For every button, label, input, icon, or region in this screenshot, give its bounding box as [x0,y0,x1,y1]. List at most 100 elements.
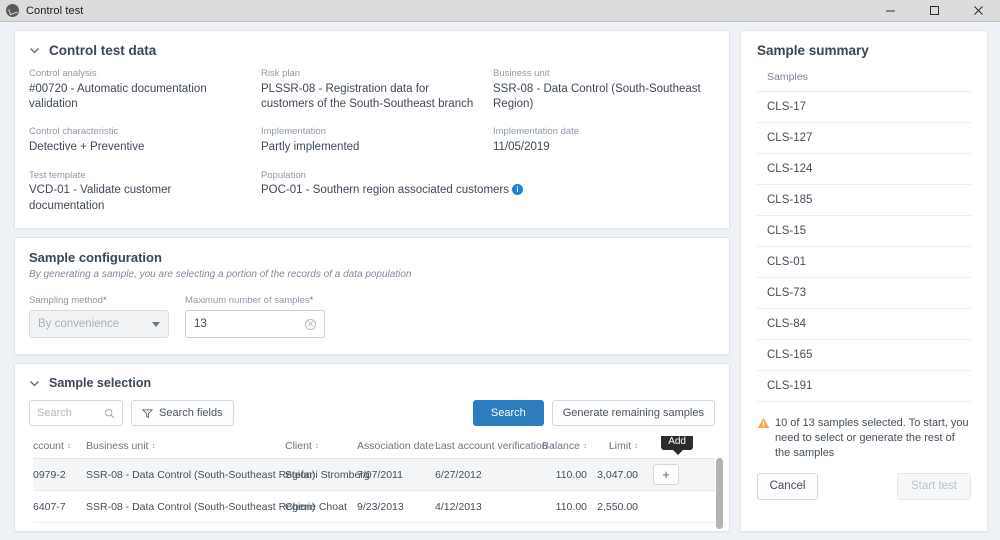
cell-limit: 2,550.00 [597,500,638,513]
cell-balance: 110.00 [555,468,587,481]
search-icon [104,408,115,418]
right-column: Sample summary Samples CLS-17 CLS-127 CL… [740,30,988,532]
list-item[interactable]: CLS-191 [757,371,971,402]
table-row[interactable]: 5086-6 SSR-08 - Data Control (South-Sout… [33,523,715,531]
list-item[interactable]: CLS-165 [757,340,971,371]
list-item[interactable]: CLS-185 [757,185,971,216]
clear-icon[interactable]: ✕ [305,318,316,330]
sample-configuration-card: Sample configuration By generating a sam… [14,237,730,356]
field-value: Detective + Preventive [29,141,145,154]
column-header-account[interactable]: ccount ↕ [33,440,79,452]
sampling-method-value: By convenience [38,318,120,331]
list-item[interactable]: CLS-73 [757,278,971,309]
field-value: VCD-01 - Validate customer documentation [29,184,172,212]
header-label: Limit [608,440,631,453]
search-button[interactable]: Search [472,400,544,427]
list-item[interactable]: CLS-124 [757,154,971,185]
sort-icon: ↕ [151,441,156,451]
window-titlebar: Control test [0,0,1000,22]
table-row[interactable]: 0979-2 SSR-08 - Data Control (South-Sout… [33,459,715,492]
cell-business-unit: SSR-08 - Data Control (South-Southeast R… [86,500,316,513]
cell-last-account-verification: 6/27/2012 [435,468,482,481]
sampling-method-select[interactable]: By convenience [29,310,169,339]
table-row[interactable]: 6407-7 SSR-08 - Data Control (South-Sout… [33,491,715,524]
column-header-client[interactable]: Client ↕ [283,440,357,452]
sample-selection-header[interactable]: Sample selection [15,364,729,400]
max-samples-label: Maximum number of samples* [185,295,325,306]
start-test-button: Start test [897,472,971,500]
header-label: Last account verification [435,440,548,453]
window-title: Control test [26,4,84,17]
filter-icon [142,408,153,419]
cell-last-account-verification: 4/12/2013 [435,500,482,513]
plus-icon[interactable]: + [653,464,679,486]
cell-client: Stefani Stromberg [285,468,370,481]
search-fields-button[interactable]: Search fields [131,400,234,427]
field-risk-plan: Risk plan PLSSR-08 - Registration data f… [261,68,493,112]
label-text: Sampling method [29,295,103,307]
samples-list: CLS-17 CLS-127 CLS-124 CLS-185 CLS-15 CL… [757,92,971,402]
column-header-balance[interactable]: Balance ↕ [538,440,587,452]
field-value: #00720 - Automatic documentation validat… [29,82,207,111]
required-mark: * [102,295,107,307]
sample-summary-footer: 10 of 13 samples selected. To start, you… [757,402,971,500]
list-item[interactable]: CLS-15 [757,216,971,247]
control-test-data-card: Control test data Control analysis #0072… [14,30,730,230]
cell-account: 0979-2 [33,468,66,481]
control-test-data-header[interactable]: Control test data [15,31,729,66]
list-item[interactable]: CLS-84 [757,309,971,340]
sort-icon: ↕ [66,441,71,451]
generate-remaining-samples-button[interactable]: Generate remaining samples [551,400,715,427]
header-label: Association date [357,440,435,453]
field-label: Population [261,169,306,181]
sort-icon: ↕ [634,441,638,451]
column-header-business-unit[interactable]: Business unit ↕ [79,440,283,452]
max-samples-group: Maximum number of samples* 13 ✕ [185,295,325,339]
field-implementation: Implementation Partly implemented [261,126,493,155]
page-body: Control test data Control analysis #0072… [0,22,1000,540]
list-item[interactable]: CLS-127 [757,123,971,154]
sample-configuration-fields: Sampling method* By convenience Maximum … [29,295,715,339]
field-value: PLSSR-08 - Registration data for custome… [261,82,474,111]
control-test-data-body: Control analysis #00720 - Automatic docu… [15,66,729,228]
chevron-down-icon [30,48,39,54]
chevron-down-icon [30,380,39,386]
cell-limit: 3,047.00 [597,468,638,481]
close-icon[interactable] [956,0,1000,22]
max-samples-input[interactable]: 13 ✕ [185,310,325,339]
field-label: Implementation [261,126,326,138]
search-input[interactable]: Search [29,400,123,427]
page-title: Control test data [49,43,157,58]
cell-association-date: 7/07/2011 [357,468,403,481]
minimize-icon[interactable] [868,0,912,22]
field-value: SSR-08 - Data Control (South-Southeast R… [493,82,701,111]
header-label: Balance [542,440,580,453]
samples-column-header: Samples [757,71,971,92]
search-fields-label: Search fields [159,407,223,420]
search-placeholder: Search [37,407,72,420]
sampling-method-label: Sampling method* [29,295,169,306]
add-tooltip: Add [661,436,693,456]
column-header-association-date[interactable]: Association date ↕ [357,440,441,453]
label-text: Maximum number of samples [185,295,310,307]
field-label: Risk plan [261,68,301,79]
cancel-button[interactable]: Cancel [757,472,818,500]
column-header-last-account-verification[interactable]: Last account verification ↕ [435,440,555,452]
info-icon[interactable]: i [512,184,524,196]
list-item[interactable]: CLS-17 [757,92,971,123]
sample-selection-card: Sample selection Search Search fields Se… [14,363,730,532]
scrollbar-thumb[interactable] [716,458,723,529]
field-value: POC-01 - Southern region associated cust… [261,184,510,197]
table-vertical-scrollbar[interactable] [716,458,723,529]
sort-icon: ↕ [314,441,319,451]
list-item[interactable]: CLS-01 [757,247,971,278]
field-value: 11/05/2019 [493,141,550,154]
max-samples-value: 13 [194,318,207,331]
cell-account: 6407-7 [33,500,66,513]
sample-selection-title: Sample selection [49,376,152,391]
field-label: Test template [29,169,86,181]
sample-summary-title: Sample summary [757,43,869,58]
column-header-limit[interactable]: Limit ↕ [587,440,642,452]
field-population: Population POC-01 - Southern region asso… [261,170,715,214]
maximize-icon[interactable] [912,0,956,22]
